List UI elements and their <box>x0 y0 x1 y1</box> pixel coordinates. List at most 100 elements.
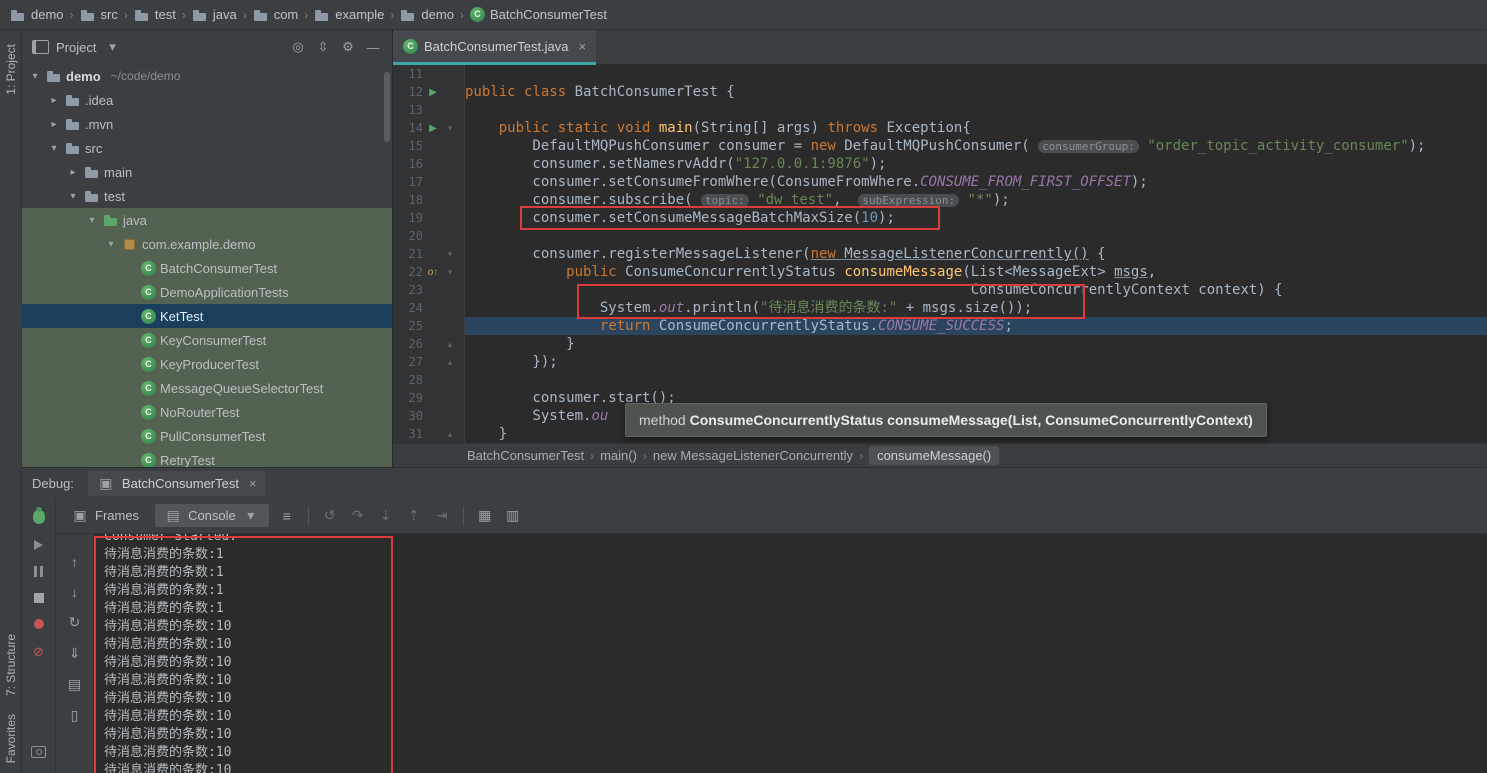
code-line-16[interactable]: 16 consumer.setNamesrvAddr("127.0.0.1:98… <box>393 155 1487 173</box>
locate-icon[interactable]: ◎ <box>289 39 307 55</box>
threads-view-icon[interactable]: ▦ <box>475 507 495 524</box>
tree-item[interactable]: ▾src <box>22 136 392 160</box>
editor-breadcrumb-item[interactable]: BatchConsumerTest <box>467 448 584 463</box>
code-line-15[interactable]: 15 DefaultMQPushConsumer consumer = new … <box>393 137 1487 155</box>
tree-item[interactable]: ▾java <box>22 208 392 232</box>
close-icon[interactable]: × <box>579 39 587 54</box>
step-out-icon[interactable]: ⇡ <box>404 507 424 524</box>
tree-item[interactable]: CNoRouterTest <box>22 400 392 424</box>
editor-breadcrumb-item[interactable]: new MessageListenerConcurrently <box>653 448 853 463</box>
chevron-down-icon[interactable]: ▾ <box>28 71 42 82</box>
code-line-20[interactable]: 20 <box>393 227 1487 245</box>
tree-item[interactable]: ▸.mvn <box>22 112 392 136</box>
chevron-right-icon[interactable]: ▸ <box>47 119 61 130</box>
chevron-down-icon[interactable]: ▾ <box>103 39 121 55</box>
hide-panel-icon[interactable]: — <box>364 40 382 55</box>
editor-breadcrumb-item[interactable]: consumeMessage() <box>869 446 999 465</box>
menu-icon[interactable]: ≡ <box>277 508 297 524</box>
code-line-22[interactable]: 22o↑▾ public ConsumeConcurrentlyStatus c… <box>393 263 1487 281</box>
console-tab[interactable]: ▤ Console ▾ <box>155 504 269 527</box>
tree-item[interactable]: ▾com.example.demo <box>22 232 392 256</box>
code-line-13[interactable]: 13 <box>393 101 1487 119</box>
code-line-11[interactable]: 11 <box>393 65 1487 83</box>
chevron-down-icon[interactable]: ▾ <box>47 143 61 154</box>
view-breakpoints-button[interactable] <box>34 619 44 629</box>
fold-marker-icon[interactable]: ▴ <box>443 357 457 368</box>
fold-marker-icon[interactable]: ▴ <box>443 339 457 350</box>
editor-tab-batchconsumertest[interactable]: C BatchConsumerTest.java × <box>393 30 596 65</box>
fold-marker-icon[interactable]: ▾ <box>443 249 457 260</box>
tool-button-favorites[interactable]: Favorites <box>4 714 18 763</box>
close-icon[interactable]: × <box>249 476 257 491</box>
chevron-right-icon[interactable]: ▸ <box>47 95 61 106</box>
breadcrumb-item[interactable]: com <box>251 7 301 23</box>
run-marker-icon[interactable]: ▶ <box>423 87 443 98</box>
breadcrumb-item[interactable]: example <box>312 7 386 23</box>
screenshot-button[interactable] <box>31 746 46 758</box>
navigate-down-icon[interactable]: ↓ <box>65 584 85 600</box>
code-line-26[interactable]: 26▴ } <box>393 335 1487 353</box>
tree-item[interactable]: CKeyConsumerTest <box>22 328 392 352</box>
chevron-down-icon[interactable]: ▾ <box>85 215 99 226</box>
editor-breadcrumb-item[interactable]: main() <box>600 448 637 463</box>
chevron-right-icon[interactable]: ▸ <box>66 167 80 178</box>
debug-session-tab[interactable]: ▣ BatchConsumerTest × <box>88 471 265 496</box>
breadcrumb-item[interactable]: java <box>190 7 239 23</box>
code-line-18[interactable]: 18 consumer.subscribe( topic: "dw_test",… <box>393 191 1487 209</box>
soft-wrap-icon[interactable]: ↻ <box>65 614 85 631</box>
frames-tab[interactable]: ▣ Frames <box>62 504 147 527</box>
tree-item[interactable]: ▸main <box>22 160 392 184</box>
tree-item[interactable]: CDemoApplicationTests <box>22 280 392 304</box>
tree-item[interactable]: CKeyProducerTest <box>22 352 392 376</box>
tree-item[interactable]: CMessageQueueSelectorTest <box>22 376 392 400</box>
collapse-all-icon[interactable]: ⇳ <box>314 39 332 55</box>
class-icon: C <box>141 381 156 396</box>
code-line-21[interactable]: 21▾ consumer.registerMessageListener(new… <box>393 245 1487 263</box>
tree-item[interactable]: ▸.idea <box>22 88 392 112</box>
code-line-23[interactable]: 23 ConsumeConcurrentlyContext context) { <box>393 281 1487 299</box>
chevron-down-icon[interactable]: ▾ <box>66 191 80 202</box>
clear-console-icon[interactable]: ▯ <box>65 707 85 724</box>
tree-item[interactable]: CRetryTest <box>22 448 392 467</box>
chevron-down-icon[interactable]: ▾ <box>104 239 118 250</box>
fold-marker-icon[interactable]: ▾ <box>443 123 457 134</box>
code-line-19[interactable]: 19 consumer.setConsumeMessageBatchMaxSiz… <box>393 209 1487 227</box>
breadcrumb-item[interactable]: src <box>78 7 120 23</box>
project-scrollbar[interactable] <box>384 72 390 142</box>
breadcrumb-item[interactable]: demo <box>398 7 456 23</box>
mute-breakpoints-button[interactable]: ⊘ <box>33 645 44 658</box>
tool-button-structure[interactable]: 7: Structure <box>4 634 18 696</box>
gear-icon[interactable]: ⚙ <box>339 39 357 55</box>
tree-item[interactable]: ▾test <box>22 184 392 208</box>
breadcrumb-item[interactable]: CBatchConsumerTest <box>468 7 609 22</box>
code-line-14[interactable]: 14▶▾ public static void main(String[] ar… <box>393 119 1487 137</box>
code-line-24[interactable]: 24 System.out.println("待消息消费的条数:" + msgs… <box>393 299 1487 317</box>
stop-button[interactable] <box>34 593 44 603</box>
fold-marker-icon[interactable]: ▴ <box>443 429 457 440</box>
resume-button[interactable] <box>34 540 43 550</box>
tree-item[interactable]: CBatchConsumerTest <box>22 256 392 280</box>
step-into-icon[interactable]: ⇣ <box>376 507 396 524</box>
fold-marker-icon[interactable]: ▾ <box>443 267 457 278</box>
filter-icon[interactable]: ▥ <box>503 507 523 524</box>
code-line-12[interactable]: 12▶public class BatchConsumerTest { <box>393 83 1487 101</box>
code-line-17[interactable]: 17 consumer.setConsumeFromWhere(ConsumeF… <box>393 173 1487 191</box>
code-line-28[interactable]: 28 <box>393 371 1487 389</box>
tree-item[interactable]: ▾demo~/code/demo <box>22 64 392 88</box>
code-line-27[interactable]: 27▴ }); <box>393 353 1487 371</box>
tree-item[interactable]: CKetTest <box>22 304 392 328</box>
code-line-25[interactable]: 25 return ConsumeConcurrentlyStatus.CONS… <box>393 317 1487 335</box>
breadcrumb-item[interactable]: test <box>132 7 178 23</box>
run-to-cursor-icon[interactable]: ⇥ <box>432 507 452 524</box>
print-icon[interactable]: ▤ <box>65 676 85 693</box>
override-marker-icon[interactable]: o↑ <box>423 267 443 278</box>
breadcrumb-item[interactable]: demo <box>8 7 66 23</box>
tree-item[interactable]: CPullConsumerTest <box>22 424 392 448</box>
pause-button[interactable] <box>34 566 43 577</box>
tool-button-project[interactable]: 1: Project <box>4 44 18 95</box>
run-marker-icon[interactable]: ▶ <box>423 123 443 134</box>
step-over-icon[interactable]: ↷ <box>348 507 368 524</box>
show-execution-point-icon[interactable]: ↺ <box>320 507 340 524</box>
scroll-to-end-icon[interactable]: ⇓ <box>65 645 85 662</box>
navigate-up-icon[interactable]: ↑ <box>65 554 85 570</box>
